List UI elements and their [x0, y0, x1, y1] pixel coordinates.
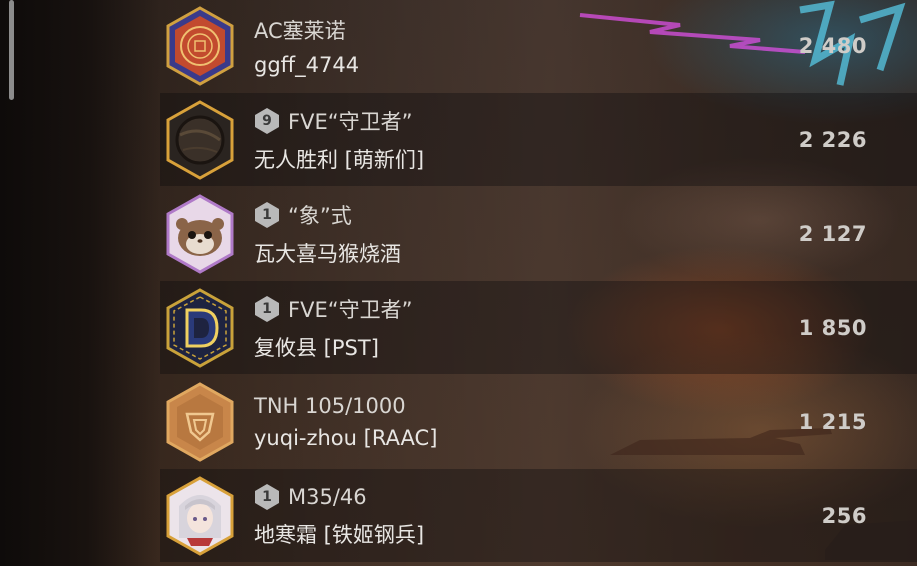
red-seal-emblem-icon [165, 6, 235, 86]
player-name: 复攸县 [PST] [254, 335, 379, 360]
score: 2 480 [798, 34, 867, 58]
player-name: 地寒霜 [铁姬钢兵] [254, 522, 425, 547]
anime-girl-emblem-icon [165, 475, 235, 556]
bronze-shield-emblem-icon [165, 381, 235, 462]
left-shade [0, 0, 160, 566]
score: 1 850 [798, 315, 867, 340]
level-badge: 1 [254, 201, 280, 229]
leaderboard-row[interactable]: 1 M35/46 地寒霜 [铁姬钢兵] 256 [160, 469, 917, 562]
vehicle-name: FVE“守卫者” [288, 297, 413, 322]
player-name: 无人胜利 [萌新们] [254, 147, 425, 172]
scrollbar[interactable] [9, 0, 14, 100]
score: 1 215 [798, 409, 867, 434]
vehicle-name: TNH 105/1000 [254, 393, 406, 418]
level-badge: 9 [254, 107, 280, 135]
score: 2 226 [798, 127, 867, 152]
letter-d-emblem-icon [165, 287, 235, 368]
vehicle-name: FVE“守卫者” [288, 109, 413, 134]
level-badge: 1 [254, 295, 280, 323]
planet-emblem-icon [165, 99, 235, 180]
vehicle-name: “象”式 [288, 203, 352, 228]
player-name: 瓦大喜马猴烧酒 [254, 241, 401, 266]
level-badge: 1 [254, 483, 280, 511]
score: 256 [821, 503, 867, 528]
leaderboard-row[interactable]: 1 FVE“守卫者” 复攸县 [PST] 1 850 [160, 281, 917, 374]
vehicle-name: M35/46 [288, 484, 367, 509]
leaderboard-list: AC塞莱诺 ggff_4744 2 480 9 FVE“守卫者” 无人胜利 [萌… [160, 0, 917, 563]
player-name: ggff_4744 [254, 53, 360, 77]
leaderboard-row[interactable]: AC塞莱诺 ggff_4744 2 480 [160, 0, 917, 92]
vehicle-name: AC塞莱诺 [254, 19, 346, 43]
player-name: yuqi-zhou [RAAC] [254, 425, 438, 450]
score: 2 127 [798, 221, 867, 246]
leaderboard-row[interactable]: TNH 105/1000 yuqi-zhou [RAAC] 1 215 [160, 375, 917, 468]
leaderboard-row[interactable]: 1 “象”式 瓦大喜马猴烧酒 2 127 [160, 187, 917, 280]
leaderboard-row[interactable]: 9 FVE“守卫者” 无人胜利 [萌新们] 2 226 [160, 93, 917, 186]
hamster-emblem-icon [165, 193, 235, 274]
